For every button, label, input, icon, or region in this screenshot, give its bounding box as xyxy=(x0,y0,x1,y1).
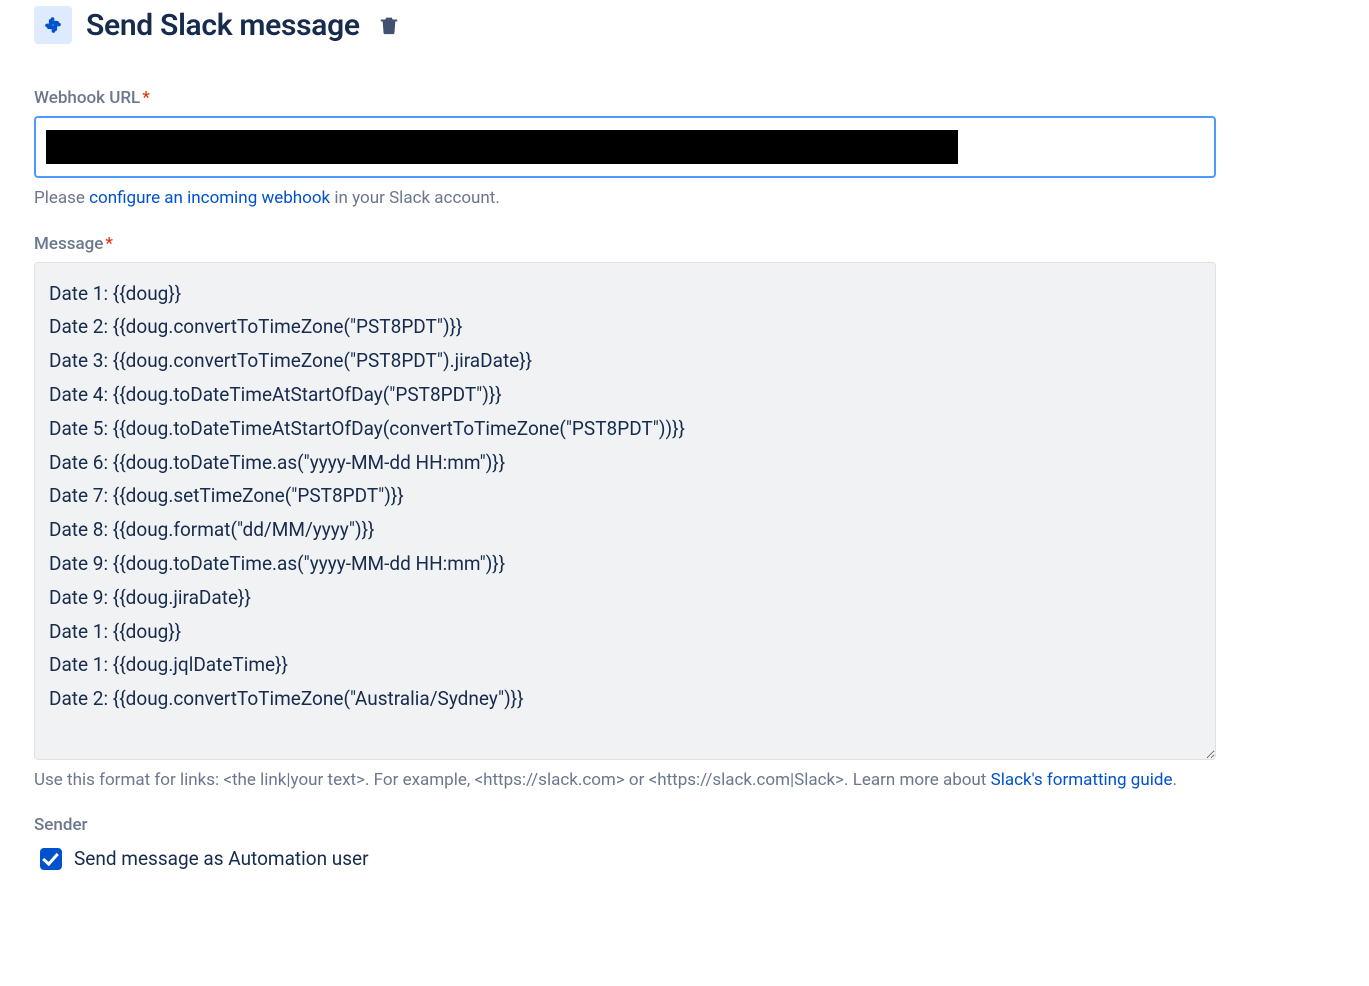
required-asterisk: * xyxy=(105,234,113,254)
page-title: Send Slack message xyxy=(86,8,360,43)
sender-label: Sender xyxy=(34,815,1335,835)
send-as-automation-label[interactable]: Send message as Automation user xyxy=(74,847,369,870)
message-help-prefix: Use this format for links: <the link|you… xyxy=(34,770,991,790)
message-label: Message* xyxy=(34,234,1335,254)
slack-icon xyxy=(34,6,72,44)
webhook-url-redacted xyxy=(46,130,958,164)
send-as-automation-checkbox[interactable] xyxy=(40,848,62,870)
webhook-help-suffix: in your Slack account. xyxy=(330,188,500,208)
webhook-url-label-text: Webhook URL xyxy=(34,88,140,108)
webhook-help-prefix: Please xyxy=(34,188,89,208)
configure-webhook-link[interactable]: configure an incoming webhook xyxy=(89,188,330,208)
slack-formatting-guide-link[interactable]: Slack's formatting guide xyxy=(991,770,1173,790)
webhook-url-label: Webhook URL* xyxy=(34,88,1335,108)
required-asterisk: * xyxy=(142,88,150,108)
message-textarea[interactable]: Date 1: {{doug}} Date 2: {{doug.convertT… xyxy=(34,262,1216,760)
message-label-text: Message xyxy=(34,234,103,254)
trash-icon xyxy=(378,14,400,36)
webhook-help-text: Please configure an incoming webhook in … xyxy=(34,186,1335,212)
message-help-suffix: . xyxy=(1172,770,1176,790)
delete-button[interactable] xyxy=(374,10,404,40)
message-help-text: Use this format for links: <the link|you… xyxy=(34,768,1335,794)
webhook-url-input[interactable] xyxy=(34,116,1216,178)
